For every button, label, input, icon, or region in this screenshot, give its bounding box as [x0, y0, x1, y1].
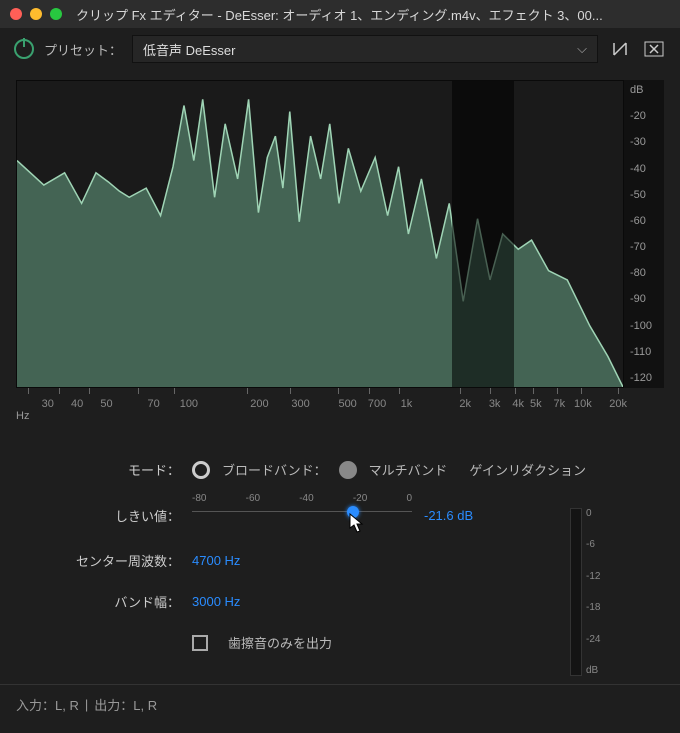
hz-ticks: [16, 388, 624, 398]
band-highlight[interactable]: [452, 81, 514, 387]
chevron-down-icon: ⌵: [577, 41, 587, 57]
preset-label: プリセット：: [44, 40, 122, 59]
footer: 入力：L, R | 出力：L, R: [0, 684, 680, 724]
gain-reduction-label: ゲインリダクション: [469, 460, 586, 479]
gain-reduction-meter: 0 -6 -12 -18 -24 dB: [570, 508, 610, 676]
center-freq-label: センター周波数：: [40, 551, 180, 570]
titlebar: クリップ Fx エディター - DeEsser: オーディオ 1、エンディング.…: [0, 0, 680, 28]
broadband-label: ブロードバンド：: [222, 460, 327, 479]
traffic-lights: [10, 8, 62, 20]
threshold-slider[interactable]: -80 -60 -40 -20 0: [192, 501, 412, 529]
bandwidth-label: バンド幅：: [40, 592, 180, 611]
zoom-icon[interactable]: [50, 8, 62, 20]
preset-delete-icon[interactable]: [642, 37, 666, 61]
hz-unit: Hz: [16, 410, 29, 422]
hz-axis: Hz 304050701002003005007001k2k3k4k5k7k10…: [16, 398, 664, 430]
window-title: クリップ Fx エディター - DeEsser: オーディオ 1、エンディング.…: [76, 5, 670, 24]
spectrum-plot[interactable]: [16, 80, 624, 388]
center-freq-value[interactable]: 4700 Hz: [192, 553, 240, 568]
toolbar: プリセット： 低音声 DeEsser ⌵: [0, 28, 680, 70]
meter-bar: [570, 508, 582, 676]
threshold-value[interactable]: -21.6 dB: [424, 508, 473, 523]
minimize-icon[interactable]: [30, 8, 42, 20]
multiband-radio[interactable]: [339, 461, 357, 479]
power-button[interactable]: [14, 39, 34, 59]
db-axis: dB -20 -30 -40 -50 -60 -70 -80 -90 -100 …: [624, 80, 664, 388]
spectrum-display: dB -20 -30 -40 -50 -60 -70 -80 -90 -100 …: [0, 70, 680, 430]
mode-label: モード：: [40, 460, 180, 479]
bandwidth-value[interactable]: 3000 Hz: [192, 594, 240, 609]
broadband-radio[interactable]: [192, 461, 210, 479]
sibilance-only-label: 歯擦音のみを出力: [228, 633, 332, 652]
close-icon[interactable]: [10, 8, 22, 20]
output-channels: 出力：L, R: [94, 695, 157, 714]
preset-dropdown[interactable]: 低音声 DeEsser ⌵: [132, 35, 598, 63]
db-unit: dB: [630, 84, 664, 96]
preset-save-icon[interactable]: [608, 37, 632, 61]
threshold-thumb[interactable]: [347, 506, 359, 518]
multiband-label: マルチバンド: [369, 460, 448, 479]
input-channels: 入力：L, R: [16, 695, 79, 714]
threshold-label: しきい値：: [40, 506, 180, 525]
sibilance-only-checkbox[interactable]: [192, 635, 208, 651]
preset-value: 低音声 DeEsser: [143, 40, 235, 59]
